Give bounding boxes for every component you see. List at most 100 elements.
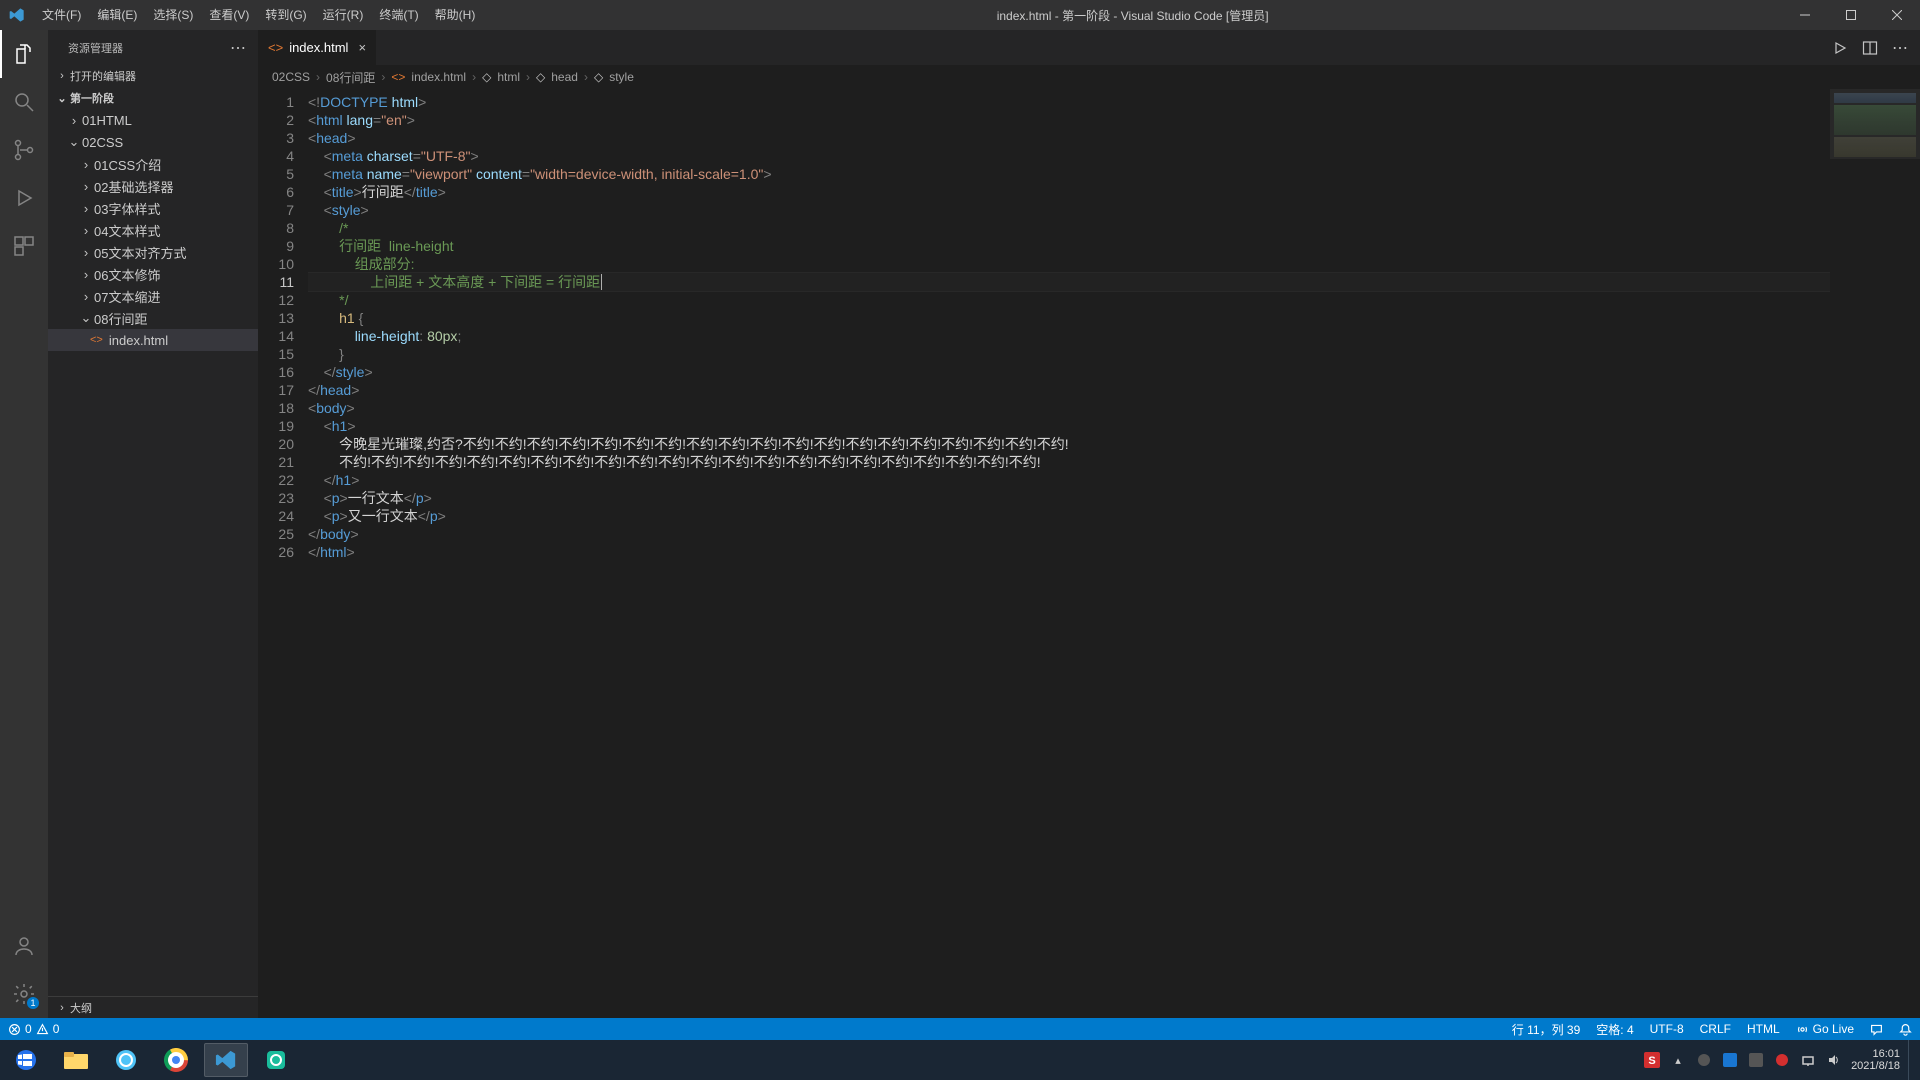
maximize-button[interactable] (1828, 0, 1874, 30)
settings-gear-icon[interactable]: 1 (0, 970, 48, 1018)
folder-02css[interactable]: ⌄02CSS (48, 131, 258, 153)
tray-volume-icon[interactable] (1825, 1051, 1843, 1069)
tray-network-icon[interactable] (1799, 1051, 1817, 1069)
tray-icon[interactable] (1747, 1051, 1765, 1069)
tray-icon[interactable] (1773, 1051, 1791, 1069)
tab-index-html[interactable]: <> index.html × (258, 30, 377, 65)
menu-help[interactable]: 帮助(H) (427, 0, 484, 30)
folder-item[interactable]: ›06文本修饰 (48, 263, 258, 285)
extensions-icon[interactable] (0, 222, 48, 270)
chevron-right-icon: › (78, 267, 94, 282)
taskbar-clock[interactable]: 16:01 2021/8/18 (1851, 1048, 1900, 1072)
minimap-slider[interactable] (1830, 89, 1920, 159)
status-language[interactable]: HTML (1739, 1022, 1788, 1036)
folder-08lineheight[interactable]: ⌄08行间距 (48, 307, 258, 329)
app-button-1[interactable] (104, 1043, 148, 1077)
more-actions-icon[interactable]: ⋯ (1892, 38, 1908, 58)
folder-item[interactable]: ›07文本缩进 (48, 285, 258, 307)
chevron-right-icon: › (78, 201, 94, 216)
status-problems[interactable]: 0 0 (0, 1022, 67, 1036)
folder-label: 08行间距 (94, 309, 147, 328)
settings-badge: 1 (27, 997, 39, 1009)
menu-edit[interactable]: 编辑(E) (89, 0, 145, 30)
minimap[interactable] (1830, 89, 1920, 1018)
section-open-editors[interactable]: › 打开的编辑器 (48, 65, 258, 87)
tray-icon[interactable] (1695, 1051, 1713, 1069)
menu-bar: 文件(F) 编辑(E) 选择(S) 查看(V) 转到(G) 运行(R) 终端(T… (34, 0, 483, 30)
file-explorer-button[interactable] (54, 1043, 98, 1077)
split-editor-icon[interactable] (1862, 40, 1878, 56)
folder-item[interactable]: ›05文本对齐方式 (48, 241, 258, 263)
folder-label: 06文本修饰 (94, 265, 160, 284)
warning-count: 0 (53, 1022, 60, 1036)
status-spaces[interactable]: 空格: 4 (1588, 1021, 1641, 1038)
symbol-icon: ◇ (594, 70, 603, 84)
source-control-icon[interactable] (0, 126, 48, 174)
breadcrumb-part[interactable]: 02CSS (272, 70, 310, 84)
window-controls (1782, 0, 1920, 30)
folder-01html[interactable]: ›01HTML (48, 109, 258, 131)
menu-view[interactable]: 查看(V) (201, 0, 257, 30)
folder-label: 05文本对齐方式 (94, 243, 186, 262)
html-file-icon: <> (391, 70, 405, 84)
main: 1 资源管理器 ⋯ › 打开的编辑器 ⌄ 第一阶段 ›01HTML ⌄02CSS… (0, 30, 1920, 1018)
chevron-down-icon: ⌄ (54, 92, 70, 105)
tray-ime-icon[interactable]: S (1643, 1051, 1661, 1069)
clock-date: 2021/8/18 (1851, 1060, 1900, 1072)
status-cursor[interactable]: 行 11，列 39 (1504, 1021, 1588, 1038)
explorer-icon[interactable] (0, 30, 48, 78)
menu-run[interactable]: 运行(R) (315, 0, 372, 30)
symbol-icon: ◇ (482, 70, 491, 84)
folder-item[interactable]: ›01CSS介绍 (48, 153, 258, 175)
status-bell-icon[interactable] (1891, 1023, 1920, 1036)
chevron-right-icon: › (78, 245, 94, 260)
code-editor[interactable]: 1234567891011121314151617181920212223242… (258, 89, 1920, 1018)
run-icon[interactable] (1832, 40, 1848, 56)
close-tab-icon[interactable]: × (358, 40, 366, 55)
menu-go[interactable]: 转到(G) (257, 0, 314, 30)
status-eol[interactable]: CRLF (1692, 1022, 1739, 1036)
status-encoding[interactable]: UTF-8 (1642, 1022, 1692, 1036)
section-outline[interactable]: › 大纲 (48, 996, 258, 1018)
status-bar: 0 0 行 11，列 39 空格: 4 UTF-8 CRLF HTML Go L… (0, 1018, 1920, 1040)
chevron-right-icon: › (66, 113, 82, 128)
html-file-icon: <> (90, 334, 103, 346)
editor-area: <> index.html × ⋯ 02CSS› 08行间距› <> index… (258, 30, 1920, 1018)
close-button[interactable] (1874, 0, 1920, 30)
section-root[interactable]: ⌄ 第一阶段 (48, 87, 258, 109)
activity-bar: 1 (0, 30, 48, 1018)
svg-text:S: S (1648, 1055, 1655, 1067)
folder-label: 01CSS介绍 (94, 155, 161, 174)
tab-label: index.html (289, 40, 348, 55)
breadcrumb-part[interactable]: index.html (411, 70, 466, 84)
chrome-button[interactable] (154, 1043, 198, 1077)
tray-icon[interactable] (1721, 1051, 1739, 1069)
minimize-button[interactable] (1782, 0, 1828, 30)
breadcrumb-part[interactable]: style (609, 70, 634, 84)
search-icon[interactable] (0, 78, 48, 126)
vscode-button[interactable] (204, 1043, 248, 1077)
breadcrumb-part[interactable]: html (497, 70, 520, 84)
start-button[interactable] (4, 1043, 48, 1077)
folder-item[interactable]: ›04文本样式 (48, 219, 258, 241)
code-content[interactable]: <!DOCTYPE html><html lang="en"><head> <m… (308, 89, 1920, 1018)
file-index-html[interactable]: <>index.html (48, 329, 258, 351)
accounts-icon[interactable] (0, 922, 48, 970)
menu-file[interactable]: 文件(F) (34, 0, 89, 30)
breadcrumbs[interactable]: 02CSS› 08行间距› <> index.html› ◇ html› ◇ h… (258, 65, 1920, 89)
menu-terminal[interactable]: 终端(T) (371, 0, 426, 30)
status-feedback-icon[interactable] (1862, 1023, 1891, 1036)
app-button-2[interactable] (254, 1043, 298, 1077)
sidebar-more-icon[interactable]: ⋯ (230, 38, 246, 58)
breadcrumb-part[interactable]: head (551, 70, 578, 84)
run-debug-icon[interactable] (0, 174, 48, 222)
folder-item[interactable]: ›02基础选择器 (48, 175, 258, 197)
folder-label: 04文本样式 (94, 221, 160, 240)
breadcrumb-part[interactable]: 08行间距 (326, 69, 375, 86)
folder-item[interactable]: ›03字体样式 (48, 197, 258, 219)
section-open-editors-label: 打开的编辑器 (70, 68, 136, 84)
status-golive[interactable]: Go Live (1788, 1022, 1862, 1036)
menu-selection[interactable]: 选择(S) (145, 0, 201, 30)
show-desktop-button[interactable] (1908, 1040, 1916, 1080)
tray-up-icon[interactable]: ▴ (1669, 1051, 1687, 1069)
